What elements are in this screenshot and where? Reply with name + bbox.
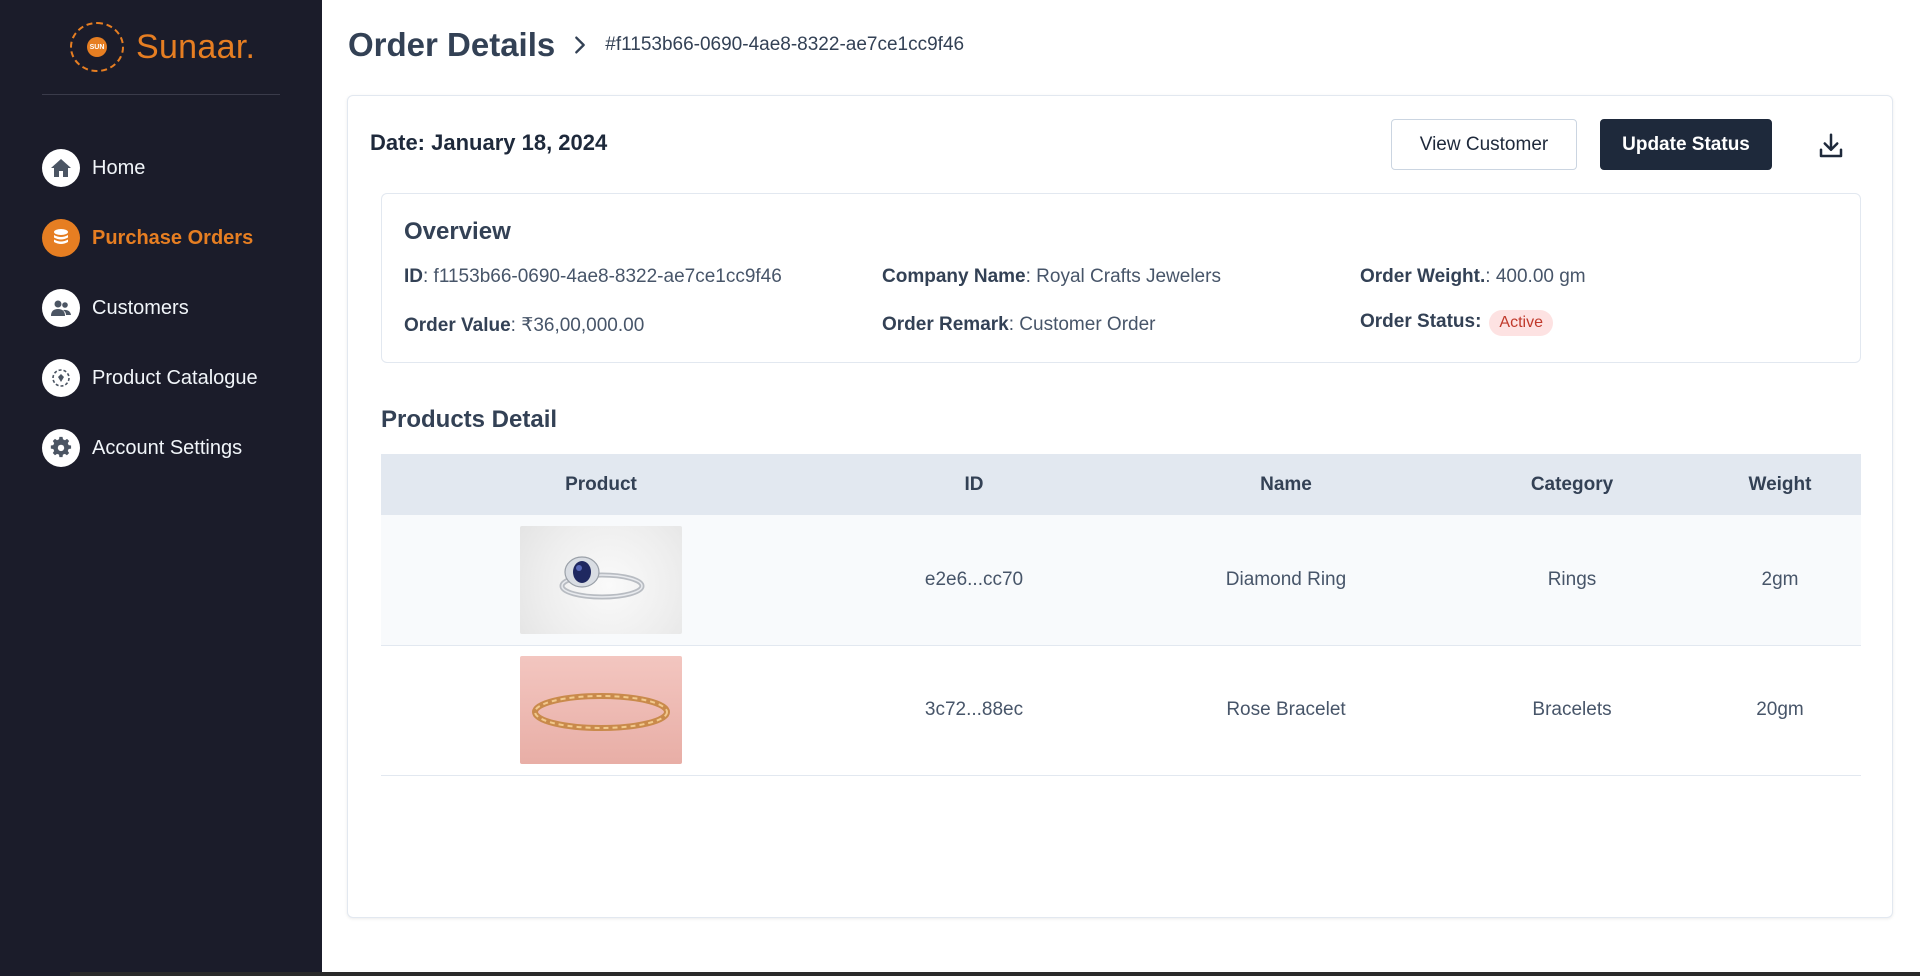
table-row[interactable]: e2e6...cc70 Diamond Ring Rings 2gm (381, 515, 1861, 646)
product-name-cell: Diamond Ring (1127, 515, 1445, 646)
brand-logo-text: SUN (87, 37, 107, 57)
page-title[interactable]: Order Details (348, 26, 555, 64)
view-customer-button[interactable]: View Customer (1391, 119, 1577, 170)
order-remark-field: Order Remark: Customer Order (882, 314, 1156, 336)
users-icon (42, 289, 80, 327)
rose-bracelet-photo[interactable] (520, 656, 682, 764)
catalogue-icon (42, 359, 80, 397)
sidebar-item-label: Home (92, 156, 146, 179)
field-label: Company Name (882, 266, 1026, 287)
field-label: Order Value (404, 315, 511, 336)
window-bottom-border (70, 972, 1920, 976)
product-weight-cell: 20gm (1699, 645, 1861, 776)
download-icon[interactable] (1814, 129, 1848, 163)
product-name-cell: Rose Bracelet (1127, 645, 1445, 776)
field-value: : ₹36,00,000.00 (510, 315, 645, 336)
product-weight-cell: 2gm (1699, 515, 1861, 646)
sidebar-item-customers[interactable]: Customers (42, 288, 258, 328)
breadcrumb: Order Details #f1153b66-0690-4ae8-8322-a… (348, 26, 964, 64)
table-row[interactable]: 3c72...88ec Rose Bracelet Bracelets 20gm (381, 645, 1861, 776)
field-label: ID (404, 266, 423, 287)
product-category-cell: Rings (1445, 515, 1699, 646)
field-label: Order Remark (882, 314, 1009, 335)
order-id-field: ID: f1153b66-0690-4ae8-8322-ae7ce1cc9f46 (404, 266, 782, 288)
chevron-right-icon (569, 34, 591, 56)
products-detail-title: Products Detail (381, 406, 558, 433)
table-header-row: Product ID Name Category Weight (381, 454, 1861, 515)
column-header-product[interactable]: Product (381, 454, 821, 515)
gear-icon (42, 429, 80, 467)
overview-panel: Overview ID: f1153b66-0690-4ae8-8322-ae7… (381, 193, 1861, 363)
overview-title: Overview (404, 218, 511, 245)
products-table: Product ID Name Category Weight e2e6...c… (381, 454, 1861, 776)
sidebar: SUN Sunaar. Home Purchase Orders Custome… (0, 0, 322, 976)
order-details-card: Date: January 18, 2024 View Customer Upd… (347, 95, 1893, 918)
sidebar-item-account-settings[interactable]: Account Settings (42, 428, 258, 468)
sidebar-item-product-catalogue[interactable]: Product Catalogue (42, 358, 258, 398)
home-icon (42, 149, 80, 187)
column-header-name[interactable]: Name (1127, 454, 1445, 515)
sidebar-item-home[interactable]: Home (42, 148, 258, 188)
sidebar-nav: Home Purchase Orders Customers Product C… (42, 148, 258, 498)
brand[interactable]: SUN Sunaar. (70, 22, 255, 72)
column-header-category[interactable]: Category (1445, 454, 1699, 515)
order-id-breadcrumb: #f1153b66-0690-4ae8-8322-ae7ce1cc9f46 (605, 34, 965, 55)
sidebar-item-purchase-orders[interactable]: Purchase Orders (42, 218, 258, 258)
field-value: : f1153b66-0690-4ae8-8322-ae7ce1cc9f46 (423, 266, 782, 287)
field-label: Order Weight. (1360, 266, 1486, 287)
update-status-button[interactable]: Update Status (1600, 119, 1772, 170)
product-image-cell (381, 515, 821, 646)
company-name-field: Company Name: Royal Crafts Jewelers (882, 266, 1221, 288)
product-image-cell (381, 645, 821, 776)
brand-name: Sunaar. (136, 27, 256, 66)
brand-logo-icon: SUN (70, 22, 124, 72)
product-id-cell: e2e6...cc70 (821, 515, 1127, 646)
sidebar-item-label: Product Catalogue (92, 366, 258, 389)
product-id-cell: 3c72...88ec (821, 645, 1127, 776)
column-header-weight[interactable]: Weight (1699, 454, 1861, 515)
order-weight-field: Order Weight.: 400.00 gm (1360, 266, 1586, 288)
field-label: Order Status: (1360, 311, 1482, 332)
field-value: : Customer Order (1008, 314, 1156, 335)
product-category-cell: Bracelets (1445, 645, 1699, 776)
column-header-id[interactable]: ID (821, 454, 1127, 515)
coins-icon (42, 219, 80, 257)
order-status-field: Order Status: Active (1360, 310, 1553, 336)
order-value-field: Order Value: ₹36,00,000.00 (404, 314, 644, 337)
sidebar-item-label: Account Settings (92, 436, 243, 459)
field-value: : 400.00 gm (1485, 266, 1586, 287)
order-date: Date: January 18, 2024 (370, 130, 608, 155)
sapphire-ring-photo[interactable] (520, 525, 682, 634)
field-value: : Royal Crafts Jewelers (1025, 266, 1221, 287)
sidebar-item-label: Customers (92, 296, 189, 319)
sidebar-item-label: Purchase Orders (92, 226, 254, 249)
sidebar-divider (42, 94, 280, 95)
status-badge: Active (1489, 310, 1553, 336)
